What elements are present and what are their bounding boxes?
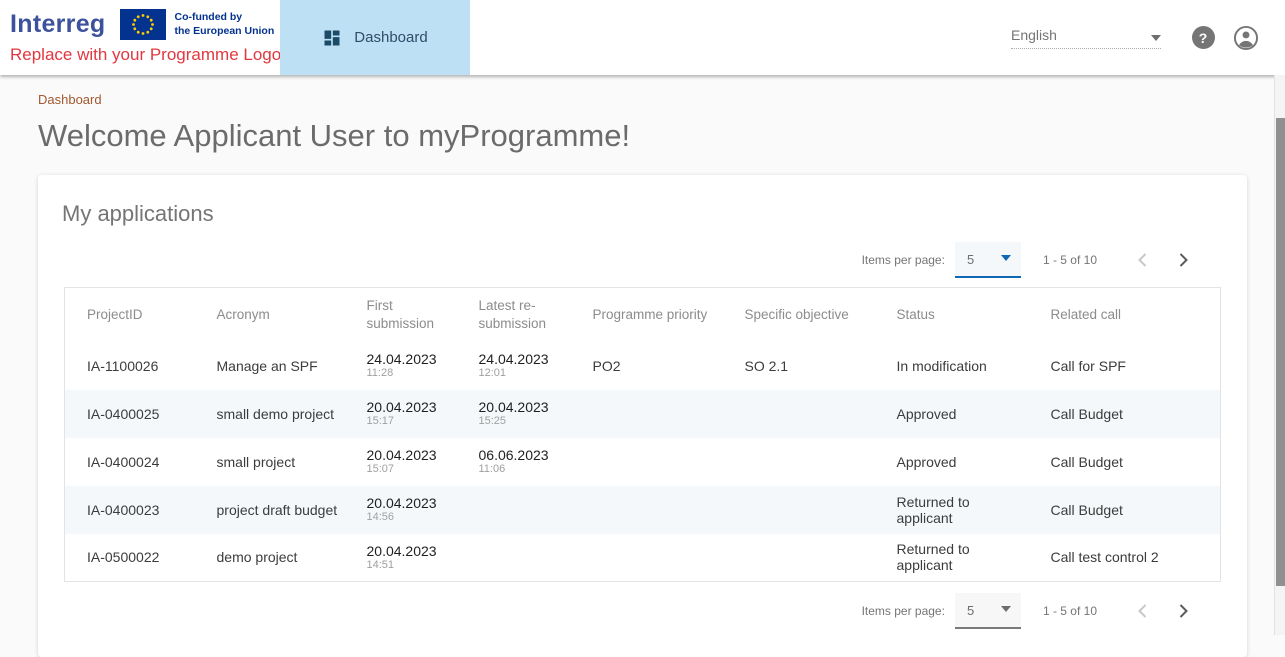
column-header-specific-objective: Specific objective: [733, 288, 885, 342]
language-selected-value: English: [1011, 27, 1057, 43]
cell-project-id: IA-0400023: [65, 486, 205, 534]
cell-programme-priority: PO2: [581, 342, 733, 390]
column-header-project-id: ProjectID: [65, 288, 205, 342]
paginator-bottom: Items per page: 5 1 - 5 of 10: [38, 586, 1247, 636]
cell-programme-priority: [581, 534, 733, 582]
table-row[interactable]: IA-0400025 small demo project 20.04.2023…: [65, 390, 1221, 438]
cell-acronym: Manage an SPF: [205, 342, 355, 390]
column-header-first-submission: First submission: [355, 288, 467, 342]
applications-table: ProjectID Acronym First submission Lates…: [64, 287, 1221, 582]
cell-acronym: project draft budget: [205, 486, 355, 534]
cell-first-submission: 24.04.2023 11:28: [355, 342, 467, 390]
column-header-status: Status: [885, 288, 1039, 342]
chevron-down-icon: [1001, 606, 1011, 612]
logo-placeholder-text: Replace with your Programme Logo: [10, 45, 281, 65]
cell-latest-resubmission: 06.06.2023 11:06: [467, 438, 581, 486]
account-button[interactable]: [1233, 25, 1259, 51]
cell-specific-objective: SO 2.1: [733, 342, 885, 390]
cell-programme-priority: [581, 438, 733, 486]
scrollbar-thumb[interactable]: [1276, 118, 1285, 586]
cell-status: In modification: [885, 342, 1039, 390]
page-title: Welcome Applicant User to myProgramme!: [38, 118, 630, 154]
programme-logo: Interreg Co-funded by the European: [10, 9, 281, 65]
column-header-programme-priority: Programme priority: [581, 288, 733, 342]
help-icon: ?: [1192, 26, 1215, 49]
eu-flag-icon: [120, 9, 166, 40]
items-per-page-label: Items per page:: [862, 604, 945, 618]
column-header-related-call: Related call: [1039, 288, 1221, 342]
tab-dashboard[interactable]: Dashboard: [280, 0, 470, 75]
chevron-down-icon: [1001, 255, 1011, 261]
cell-acronym: small demo project: [205, 390, 355, 438]
dashboard-icon: [322, 28, 342, 48]
cell-programme-priority: [581, 390, 733, 438]
table-header-row: ProjectID Acronym First submission Lates…: [65, 288, 1221, 342]
cell-specific-objective: [733, 486, 885, 534]
cell-specific-objective: [733, 438, 885, 486]
cell-latest-resubmission: 24.04.2023 12:01: [467, 342, 581, 390]
cell-status: Returned to applicant: [885, 486, 1039, 534]
cell-acronym: demo project: [205, 534, 355, 582]
paginator-range: 1 - 5 of 10: [1043, 604, 1097, 618]
page-size-select[interactable]: 5: [955, 593, 1021, 629]
cell-specific-objective: [733, 534, 885, 582]
previous-page-button[interactable]: [1123, 591, 1163, 631]
my-applications-card: My applications Items per page: 5 1 - 5 …: [38, 175, 1247, 657]
cell-programme-priority: [581, 486, 733, 534]
applications-table-body: IA-1100026 Manage an SPF 24.04.2023 11:2…: [65, 342, 1221, 582]
table-row[interactable]: IA-0400023 project draft budget 20.04.20…: [65, 486, 1221, 534]
cell-related-call: Call for SPF: [1039, 342, 1221, 390]
chevron-right-icon: [1171, 599, 1195, 623]
table-row[interactable]: IA-0500022 demo project 20.04.2023 14:51…: [65, 534, 1221, 582]
tab-dashboard-label: Dashboard: [354, 29, 427, 46]
vertical-scrollbar[interactable]: [1274, 75, 1285, 635]
paginator-top: Items per page: 5 1 - 5 of 10: [38, 235, 1247, 285]
chevron-left-icon: [1131, 599, 1155, 623]
cell-status: Approved: [885, 390, 1039, 438]
previous-page-button[interactable]: [1123, 240, 1163, 280]
cell-latest-resubmission: 20.04.2023 15:25: [467, 390, 581, 438]
user-icon: [1233, 25, 1259, 51]
cell-latest-resubmission: [467, 486, 581, 534]
chevron-right-icon: [1171, 248, 1195, 272]
table-row[interactable]: IA-0400024 small project 20.04.2023 15:0…: [65, 438, 1221, 486]
cofunded-text: Co-funded by the European Union: [174, 11, 274, 38]
cell-first-submission: 20.04.2023 14:51: [355, 534, 467, 582]
cell-first-submission: 20.04.2023 15:17: [355, 390, 467, 438]
cell-specific-objective: [733, 390, 885, 438]
cell-first-submission: 20.04.2023 14:56: [355, 486, 467, 534]
cell-related-call: Call Budget: [1039, 438, 1221, 486]
cell-status: Approved: [885, 438, 1039, 486]
column-header-acronym: Acronym: [205, 288, 355, 342]
next-page-button[interactable]: [1163, 240, 1203, 280]
chevron-down-icon: [1151, 35, 1161, 41]
table-row[interactable]: IA-1100026 Manage an SPF 24.04.2023 11:2…: [65, 342, 1221, 390]
column-header-latest-resubmission: Latest re-submission: [467, 288, 581, 342]
cell-status: Returned to applicant: [885, 534, 1039, 582]
cell-related-call: Call test control 2: [1039, 534, 1221, 582]
card-title: My applications: [62, 201, 1247, 227]
cell-project-id: IA-1100026: [65, 342, 205, 390]
cell-acronym: small project: [205, 438, 355, 486]
language-select[interactable]: English: [1011, 27, 1161, 49]
interreg-wordmark: Interreg: [10, 10, 105, 39]
page-size-select[interactable]: 5: [955, 242, 1021, 278]
eu-cofunded-block: Co-funded by the European Union: [120, 9, 274, 40]
app-header: Interreg Co-funded by the European: [0, 0, 1285, 75]
cell-related-call: Call Budget: [1039, 486, 1221, 534]
help-button[interactable]: ?: [1190, 25, 1216, 51]
cell-first-submission: 20.04.2023 15:07: [355, 438, 467, 486]
paginator-range: 1 - 5 of 10: [1043, 253, 1097, 267]
breadcrumb[interactable]: Dashboard: [38, 92, 102, 107]
next-page-button[interactable]: [1163, 591, 1203, 631]
cell-project-id: IA-0400024: [65, 438, 205, 486]
cell-project-id: IA-0500022: [65, 534, 205, 582]
chevron-left-icon: [1131, 248, 1155, 272]
header-controls: English ?: [1011, 0, 1259, 75]
cell-related-call: Call Budget: [1039, 390, 1221, 438]
items-per-page-label: Items per page:: [862, 253, 945, 267]
cell-project-id: IA-0400025: [65, 390, 205, 438]
cell-latest-resubmission: [467, 534, 581, 582]
